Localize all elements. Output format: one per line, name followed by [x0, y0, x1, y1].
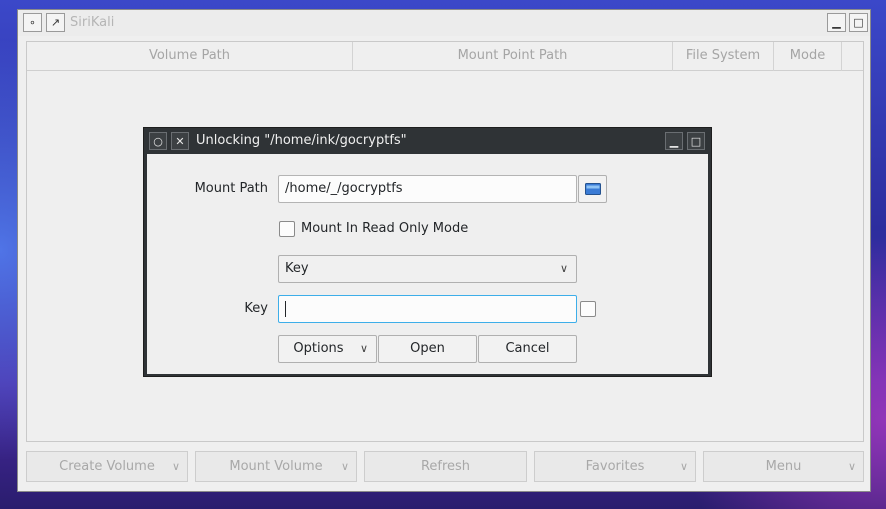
- chevron-down-icon: ∨: [340, 460, 349, 473]
- browse-folder-button[interactable]: [578, 175, 607, 203]
- dialog-title: Unlocking "/home/ink/gocryptfs": [196, 133, 407, 148]
- key-type-select[interactable]: Key ∨: [278, 255, 577, 283]
- key-type-selected: Key: [285, 261, 309, 276]
- bottom-button-bar: Create Volume ∨ Mount Volume ∨ Refresh F…: [26, 451, 864, 483]
- menu-label: Menu: [765, 459, 802, 474]
- chevron-down-icon: ∨: [171, 460, 180, 473]
- text-caret: [285, 300, 286, 317]
- create-volume-label: Create Volume: [59, 459, 155, 474]
- refresh-button[interactable]: Refresh: [364, 451, 527, 482]
- key-input[interactable]: [278, 295, 577, 323]
- maximize-icon[interactable]: □: [687, 132, 705, 150]
- options-button[interactable]: Options ∨: [278, 335, 377, 363]
- menu-button[interactable]: Menu ∨: [703, 451, 864, 482]
- chevron-down-icon: ∨: [359, 342, 368, 355]
- window-title: SiriKali: [70, 15, 115, 30]
- column-header-mount-point-path[interactable]: Mount Point Path: [353, 42, 673, 71]
- dialog-body: Mount Path /home/_/gocryptfs Mount In Re…: [147, 154, 708, 374]
- favorites-button[interactable]: Favorites ∨: [534, 451, 696, 482]
- chevron-down-icon: ∨: [679, 460, 688, 473]
- folder-icon: [584, 183, 601, 195]
- column-header-file-system[interactable]: File System: [673, 42, 774, 71]
- mount-path-field[interactable]: /home/_/gocryptfs: [278, 175, 577, 203]
- mount-path-value: /home/_/gocryptfs: [285, 181, 403, 196]
- show-key-checkbox[interactable]: [580, 301, 596, 317]
- read-only-checkbox[interactable]: [279, 221, 295, 237]
- cancel-button[interactable]: Cancel: [478, 335, 577, 363]
- dialog-titlebar: ○ ✕ Unlocking "/home/ink/gocryptfs" ▁ □: [144, 128, 711, 154]
- minimize-icon[interactable]: ▁: [827, 13, 846, 32]
- refresh-label: Refresh: [420, 459, 471, 474]
- chevron-down-icon: ∨: [559, 262, 568, 275]
- table-header: Volume Path Mount Point Path File System…: [27, 42, 863, 71]
- open-button[interactable]: Open: [378, 335, 477, 363]
- read-only-label[interactable]: Mount In Read Only Mode: [301, 221, 468, 236]
- cancel-label: Cancel: [505, 341, 550, 356]
- main-titlebar: ∘ ↗ SiriKali ▁ □: [18, 10, 870, 36]
- minimize-icon[interactable]: ▁: [665, 132, 683, 150]
- mount-volume-label: Mount Volume: [229, 459, 323, 474]
- column-header-volume-path[interactable]: Volume Path: [27, 42, 353, 71]
- key-label: Key: [244, 301, 268, 316]
- mount-volume-button[interactable]: Mount Volume ∨: [195, 451, 357, 482]
- pin-icon[interactable]: ○: [149, 132, 167, 150]
- unlock-dialog: ○ ✕ Unlocking "/home/ink/gocryptfs" ▁ □ …: [143, 127, 712, 377]
- mount-path-label: Mount Path: [194, 181, 268, 196]
- chevron-down-icon: ∨: [847, 460, 856, 473]
- create-volume-button[interactable]: Create Volume ∨: [26, 451, 188, 482]
- keep-above-icon[interactable]: ↗: [46, 13, 65, 32]
- column-header-mode[interactable]: Mode: [774, 42, 842, 71]
- pin-icon[interactable]: ∘: [23, 13, 42, 32]
- open-label: Open: [410, 341, 445, 356]
- options-label: Options: [293, 341, 344, 356]
- favorites-label: Favorites: [585, 459, 645, 474]
- close-icon[interactable]: ✕: [171, 132, 189, 150]
- maximize-icon[interactable]: □: [849, 13, 868, 32]
